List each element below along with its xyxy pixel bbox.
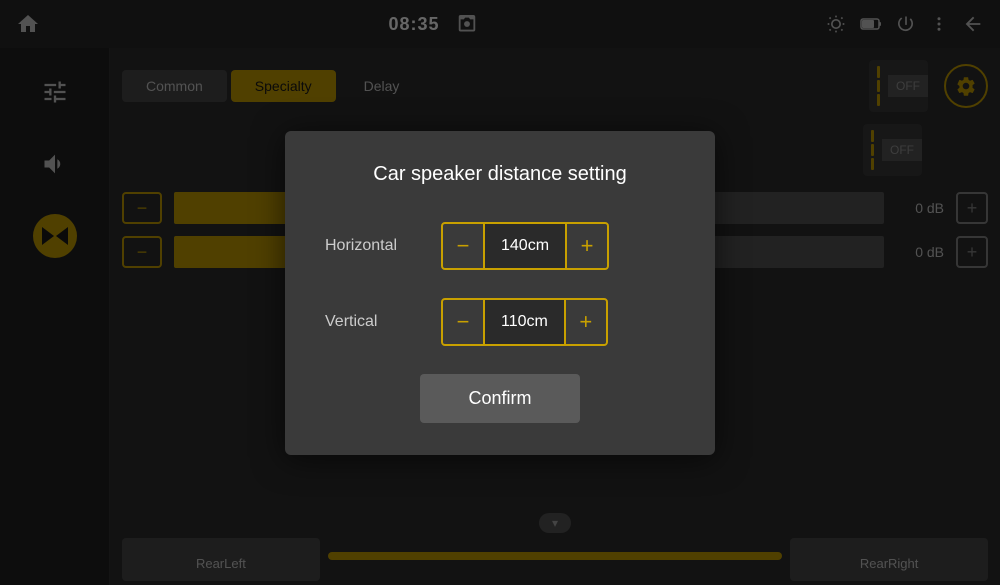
confirm-button[interactable]: Confirm	[420, 374, 580, 423]
modal-dialog: Car speaker distance setting Horizontal …	[285, 131, 715, 455]
horizontal-decrement-btn[interactable]: −	[443, 224, 483, 268]
modal-title: Car speaker distance setting	[325, 163, 675, 186]
vertical-increment-btn[interactable]: +	[566, 300, 606, 344]
vertical-label: Vertical	[325, 313, 425, 331]
horizontal-label: Horizontal	[325, 237, 425, 255]
vertical-value: 110cm	[483, 300, 566, 344]
horizontal-increment-btn[interactable]: +	[567, 224, 607, 268]
horizontal-value: 140cm	[483, 224, 567, 268]
horizontal-control: − 140cm +	[441, 222, 609, 270]
modal-vertical-row: Vertical − 110cm +	[325, 298, 675, 346]
modal-horizontal-row: Horizontal − 140cm +	[325, 222, 675, 270]
vertical-control: − 110cm +	[441, 298, 608, 346]
modal-overlay: Car speaker distance setting Horizontal …	[0, 0, 1000, 585]
vertical-decrement-btn[interactable]: −	[443, 300, 483, 344]
